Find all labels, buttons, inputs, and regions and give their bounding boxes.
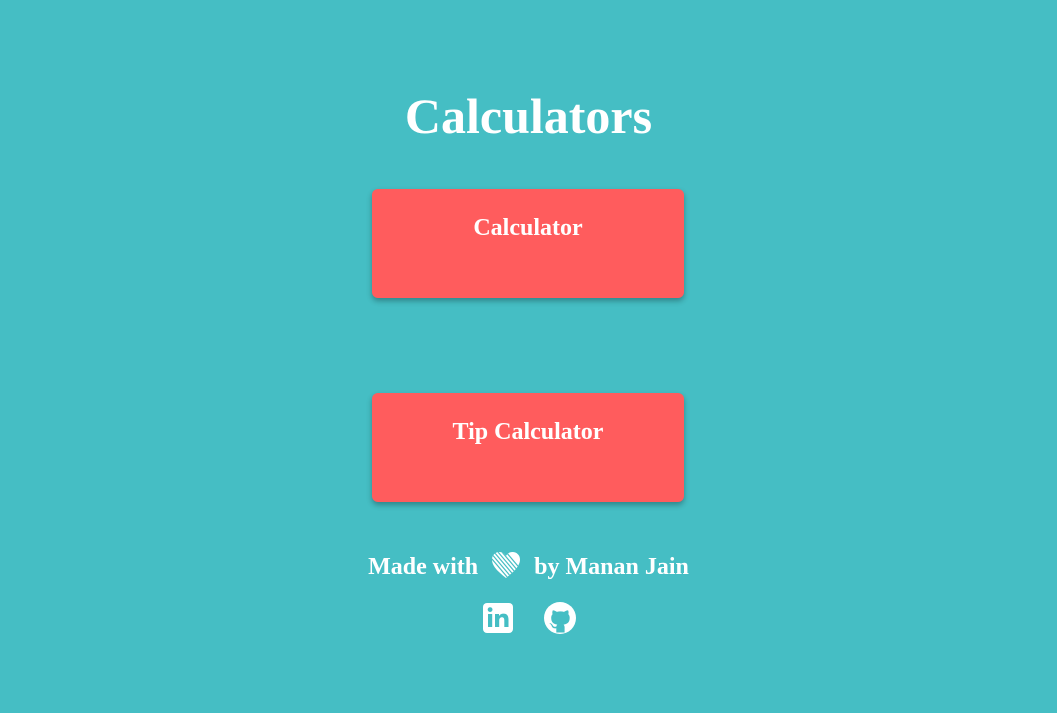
footer-suffix: by Manan Jain	[528, 554, 689, 580]
social-links	[0, 601, 1057, 640]
linkedin-icon[interactable]	[481, 601, 515, 635]
tip-calculator-card[interactable]: Tip Calculator	[372, 393, 684, 502]
github-icon[interactable]	[543, 601, 577, 635]
page: Calculators Calculator Tip Calculator Ma…	[0, 0, 1057, 713]
footer-prefix: Made with	[368, 554, 485, 580]
calculator-card[interactable]: Calculator	[372, 189, 684, 298]
calculator-card-label: Calculator	[473, 215, 583, 241]
footer-credit: Made with by Manan Jain	[0, 550, 1057, 584]
page-title: Calculators	[404, 88, 653, 144]
tip-calculator-card-label: Tip Calculator	[452, 419, 604, 445]
heart-icon	[490, 550, 522, 580]
